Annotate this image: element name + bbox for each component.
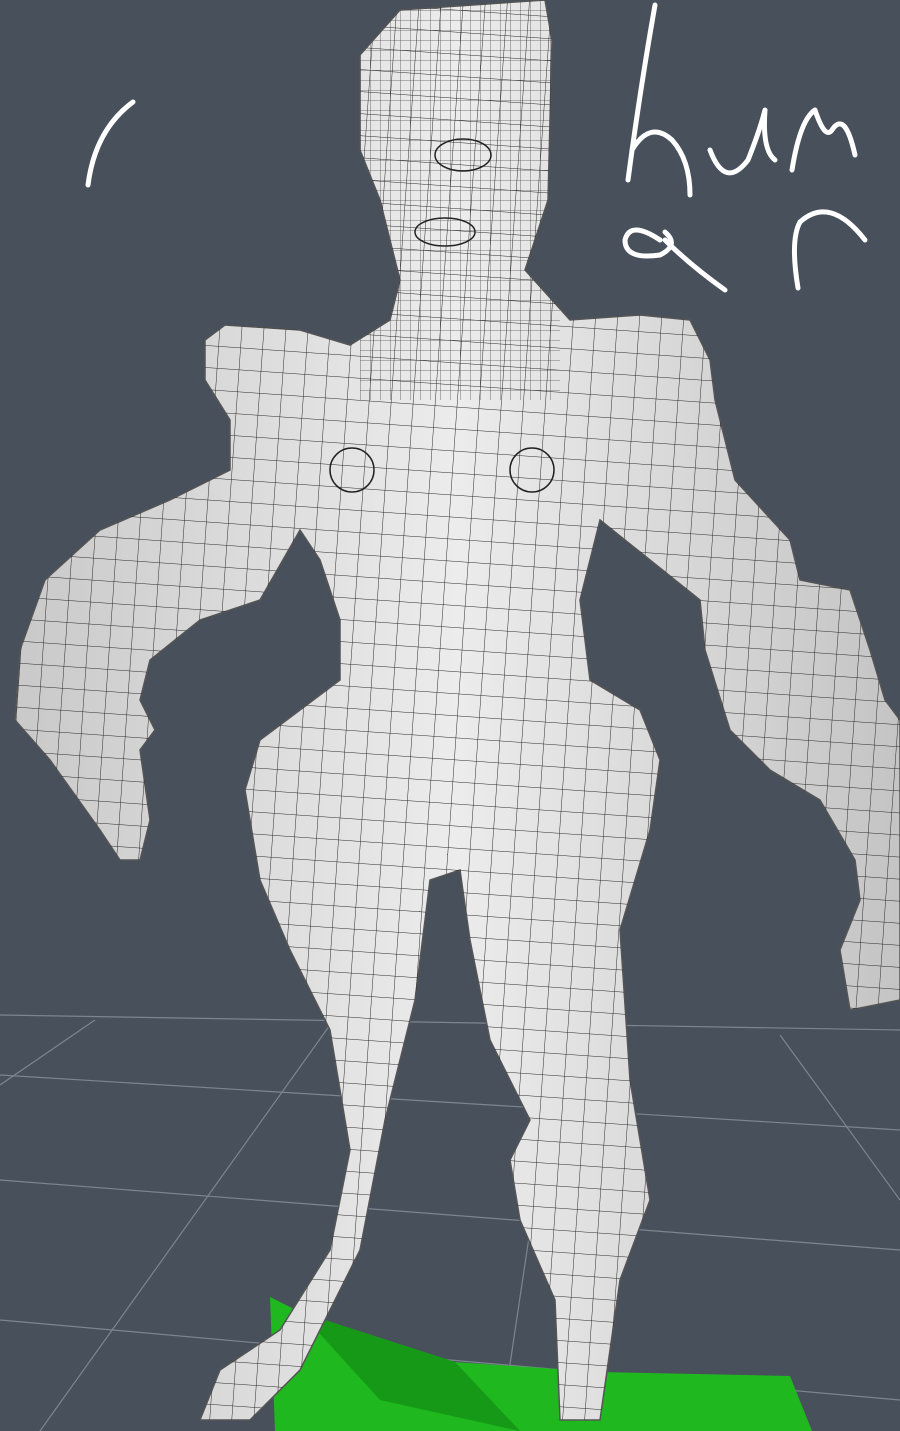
viewport-canvas[interactable] bbox=[0, 0, 900, 1431]
3d-viewport[interactable]: human bbox=[0, 0, 900, 1431]
character-mesh[interactable] bbox=[0, 0, 900, 1431]
